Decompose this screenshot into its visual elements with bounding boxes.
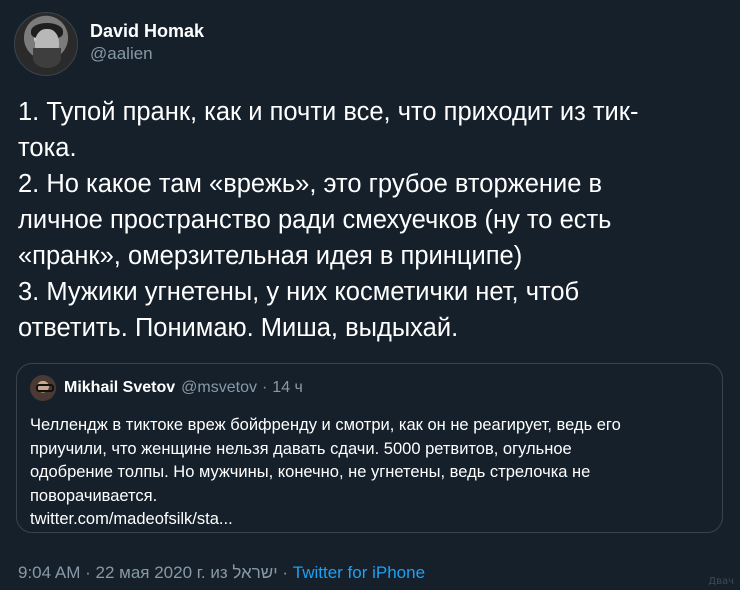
tweet-line: ответить. Понимаю. Миша, выдыхай. <box>18 314 459 342</box>
quoted-author-avatar <box>30 375 56 401</box>
quoted-link[interactable]: twitter.com/madeofsilk/sta... <box>30 508 709 532</box>
dot-separator: · <box>85 563 91 582</box>
author-names: David Homak @aalien <box>90 19 204 65</box>
tweet-line: личное пространство ради смехуечков (ну … <box>18 206 612 234</box>
quoted-author-name: Mikhail Svetov <box>64 379 176 396</box>
tweet-source-link[interactable]: Twitter for iPhone <box>293 563 425 582</box>
quoted-tweet-time: 14 ч <box>272 379 303 396</box>
tweet-line: тока. <box>18 134 77 162</box>
tweet-line: «пранк», омерзительная идея в принципе) <box>18 242 523 270</box>
author-handle[interactable]: @aalien <box>90 43 204 65</box>
quoted-tweet-header: Mikhail Svetov @msvetov · 14 ч <box>30 375 709 401</box>
tweet-text: 1. Тупой пранк, как и почти все, что при… <box>18 94 728 346</box>
dot-separator: · <box>261 379 268 396</box>
quoted-tweet-text: Челлендж в тиктоке вреж бойфренду и смот… <box>30 414 709 532</box>
quoted-tweet[interactable]: Mikhail Svetov @msvetov · 14 ч Челлендж … <box>16 363 723 533</box>
author-avatar[interactable] <box>14 12 78 76</box>
avatar-beard <box>33 48 61 68</box>
tweet-line: 1. Тупой пранк, как и почти все, что при… <box>18 98 639 126</box>
quoted-author-handle: @msvetov <box>181 379 257 396</box>
dot-separator: · <box>282 563 289 582</box>
quoted-line: одобрение толпы. Но мужчины, конечно, не… <box>30 463 591 481</box>
quoted-line: поворачивается. <box>30 486 158 505</box>
tweet-line: 2. Но какое там «врежь», это грубое втор… <box>18 170 603 198</box>
tweet-footer: 9:04 AM · 22 мая 2020 г. из ישראל · Twit… <box>18 562 425 584</box>
author-display-name[interactable]: David Homak <box>90 19 204 43</box>
quoted-line: приучили, что женщине нельзя давать сдач… <box>30 439 572 458</box>
tweet-location[interactable]: ישראל <box>232 563 277 582</box>
tweet-header: David Homak @aalien <box>14 12 204 76</box>
quoted-line: Челлендж в тиктоке вреж бойфренду и смот… <box>30 416 621 434</box>
tweet-time[interactable]: 9:04 AM <box>18 563 80 582</box>
tweet-line: 3. Мужики угнетены, у них косметички нет… <box>18 278 580 306</box>
from-word: из <box>210 563 228 582</box>
watermark: Двач <box>708 576 734 587</box>
tweet-date[interactable]: 22 мая 2020 г. <box>96 563 206 582</box>
